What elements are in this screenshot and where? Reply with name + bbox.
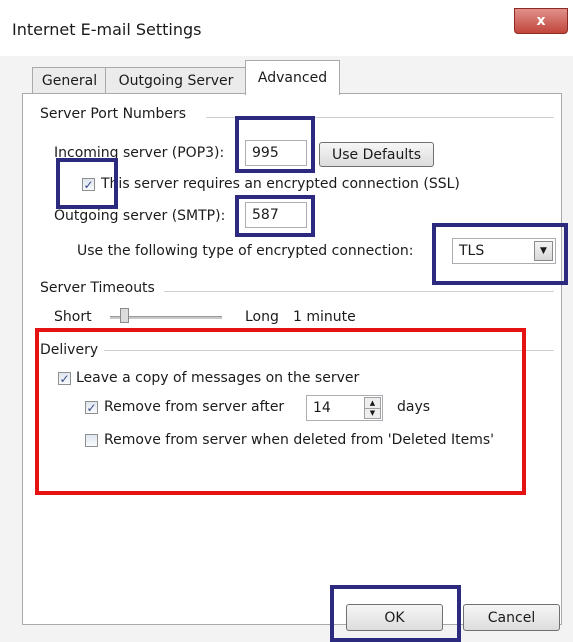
timeout-long-label: Long <box>245 309 279 325</box>
annotation-box-outgoing-port <box>235 195 315 237</box>
tab-general[interactable]: General <box>32 67 107 94</box>
group-separator <box>164 291 554 292</box>
cancel-button[interactable]: Cancel <box>463 604 560 631</box>
server-port-numbers-heading: Server Port Numbers <box>40 106 187 122</box>
annotation-box-ssl-checkbox <box>56 158 118 209</box>
server-timeouts-heading: Server Timeouts <box>40 280 155 296</box>
tab-advanced[interactable]: Advanced <box>245 60 340 95</box>
annotation-box-delivery <box>35 328 526 495</box>
tab-outgoing-server[interactable]: Outgoing Server <box>105 67 247 94</box>
tab-general-label: General <box>41 73 98 89</box>
close-icon: x <box>536 13 546 29</box>
timeout-value: 1 minute <box>293 309 356 325</box>
timeout-slider-thumb[interactable] <box>120 308 129 323</box>
cancel-label: Cancel <box>487 609 536 626</box>
window-title: Internet E-mail Settings <box>12 20 202 39</box>
encryption-type-label: Use the following type of encrypted conn… <box>77 243 414 259</box>
internet-email-settings-dialog: Internet E-mail Settings x General Outgo… <box>0 0 573 642</box>
timeout-short-label: Short <box>54 309 92 325</box>
ssl-label: This server requires an encrypted connec… <box>101 176 460 192</box>
tab-outgoing-server-label: Outgoing Server <box>118 73 234 89</box>
tab-advanced-label: Advanced <box>257 70 328 86</box>
outgoing-server-label: Outgoing server (SMTP): <box>54 208 226 224</box>
use-defaults-button[interactable]: Use Defaults <box>319 142 434 167</box>
close-button[interactable]: x <box>514 8 568 34</box>
annotation-box-incoming-port <box>235 116 315 173</box>
annotation-box-encryption-type <box>432 223 568 285</box>
annotation-box-ok-button <box>330 585 461 642</box>
use-defaults-label: Use Defaults <box>331 146 422 163</box>
